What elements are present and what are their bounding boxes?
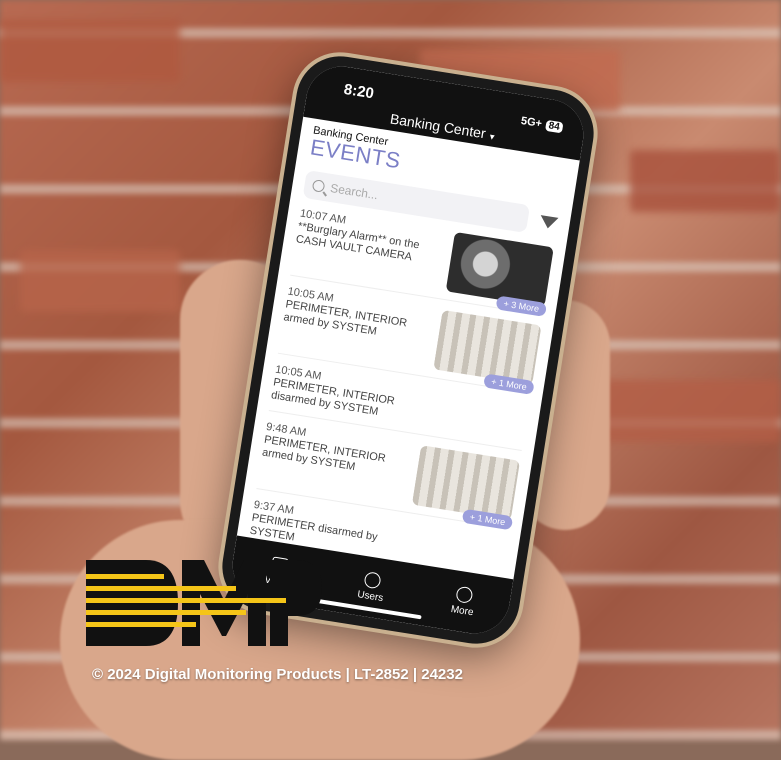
search-placeholder: Search... (329, 180, 379, 203)
event-thumbnail[interactable]: + 3 More (445, 231, 554, 318)
tab-users[interactable]: Users (356, 570, 386, 604)
chevron-down-icon: ▼ (487, 131, 497, 143)
status-time: 8:20 (342, 80, 375, 103)
users-icon (363, 571, 382, 590)
event-thumbnail[interactable]: + 1 More (433, 309, 542, 396)
brick (0, 20, 180, 82)
brick (20, 250, 180, 312)
filter-icon[interactable] (538, 215, 559, 230)
dmp-logo (86, 560, 322, 646)
tab-more-label: More (449, 603, 475, 619)
event-text-block: 10:07 AM **Burglary Alarm** on the CASH V… (295, 208, 439, 268)
tab-users-label: Users (356, 589, 384, 605)
event-text-block: 10:05 AM PERIMETER, INTERIOR armed by SYS… (283, 286, 427, 346)
battery-icon: 84 (544, 119, 564, 133)
network-label: 5G+ (520, 114, 543, 131)
status-indicators: 5G+ 84 (520, 115, 564, 133)
brick (630, 150, 780, 212)
search-icon (311, 179, 326, 193)
brick (600, 380, 780, 442)
more-icon (455, 585, 474, 605)
copyright-text: © 2024 Digital Monitoring Products | LT-… (92, 666, 463, 683)
event-thumbnail[interactable]: + 1 More (411, 445, 521, 531)
event-text-block: 9:48 AM PERIMETER, INTERIOR armed by SYST… (261, 421, 405, 481)
tab-more[interactable]: More (450, 585, 477, 618)
